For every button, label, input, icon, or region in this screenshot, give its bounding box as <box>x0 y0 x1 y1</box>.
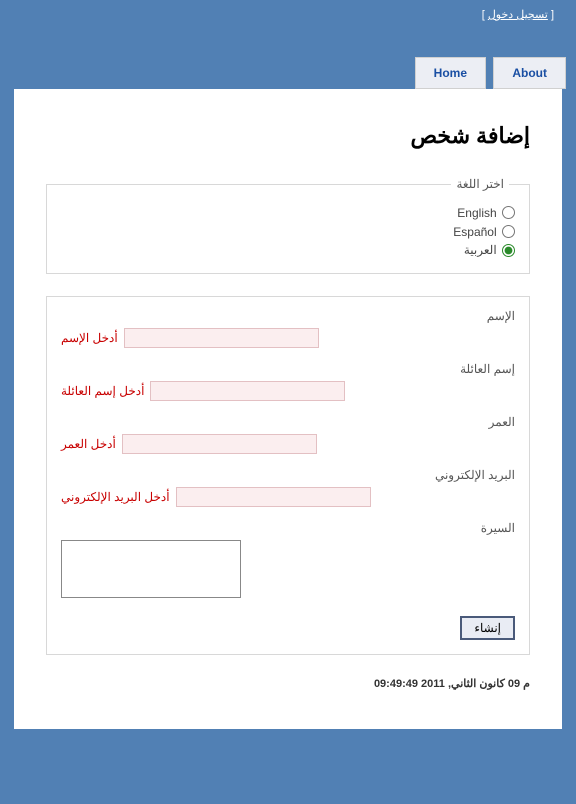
age-input[interactable] <box>122 434 317 454</box>
nav-bar: Home About <box>0 57 576 89</box>
family-label: إسم العائلة <box>61 362 515 376</box>
email-input[interactable] <box>176 487 371 507</box>
nav-home[interactable]: Home <box>415 57 486 89</box>
bio-textarea[interactable] <box>61 540 241 598</box>
nav-about[interactable]: About <box>493 57 566 89</box>
language-legend: اختر اللغة <box>451 177 509 191</box>
radio-espanol-label[interactable]: Español <box>453 225 496 239</box>
login-link[interactable]: تسجيل دخول <box>488 9 548 21</box>
timestamp: م 09 كانون الثاني, 2011 09:49:49 <box>46 677 530 690</box>
family-error: أدخل إسم العائلة <box>61 384 144 398</box>
page-title: إضافة شخص <box>46 123 530 149</box>
person-fieldset: الإسم أدخل الإسم إسم العائلة أدخل إسم ال… <box>46 296 530 655</box>
email-label: البريد الإلكتروني <box>61 468 515 482</box>
login-bar: [ تسجيل دخول ] <box>0 0 576 29</box>
content-panel: إضافة شخص اختر اللغة English Español الع… <box>14 89 562 729</box>
age-error: أدخل العمر <box>61 437 116 451</box>
radio-arabic[interactable] <box>502 244 515 257</box>
radio-espanol[interactable] <box>502 225 515 238</box>
bracket-close: ] <box>551 9 554 21</box>
name-label: الإسم <box>61 309 515 323</box>
radio-english-label[interactable]: English <box>457 206 496 220</box>
family-input[interactable] <box>150 381 345 401</box>
name-input[interactable] <box>124 328 319 348</box>
language-fieldset: اختر اللغة English Español العربية <box>46 177 530 274</box>
name-error: أدخل الإسم <box>61 331 118 345</box>
radio-english[interactable] <box>502 206 515 219</box>
age-label: العمر <box>61 415 515 429</box>
bracket-open: [ <box>482 9 485 21</box>
bio-label: السيرة <box>61 521 515 535</box>
email-error: أدخل البريد الإلكتروني <box>61 490 170 504</box>
radio-arabic-label[interactable]: العربية <box>464 243 497 257</box>
create-button[interactable]: إنشاء <box>460 616 515 640</box>
